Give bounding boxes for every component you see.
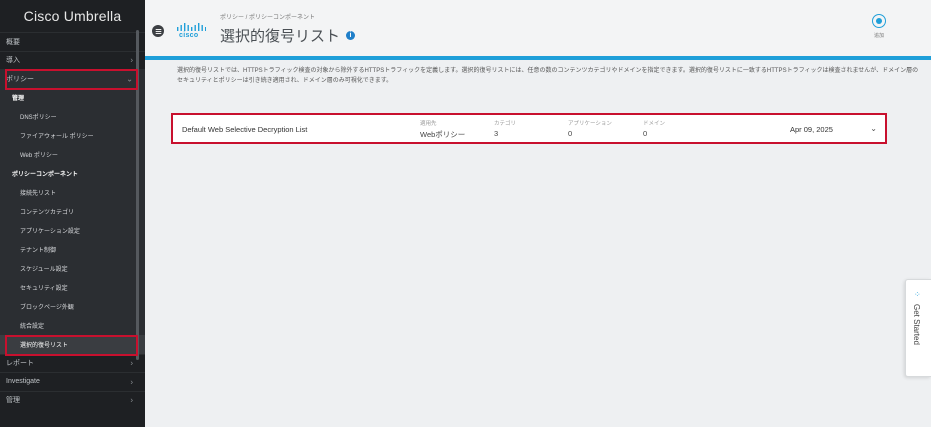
domain-value: 0 bbox=[643, 129, 648, 138]
brand-title: Cisco Umbrella bbox=[23, 8, 122, 24]
chevron-down-icon[interactable]: ⌄ bbox=[870, 124, 877, 133]
get-started-label: Get Started bbox=[912, 304, 921, 345]
sidebar-scrollbar[interactable] bbox=[136, 30, 139, 360]
sidebar-item-selective-decryption[interactable]: 選択的復号リスト bbox=[0, 334, 145, 354]
sidebar-item-label: Investigate bbox=[6, 378, 40, 386]
page-header: cisco ポリシー / ポリシーコンポーネント 選択的復号リスト i 追加 bbox=[145, 0, 931, 60]
get-started-tab[interactable]: ⁘ Get Started bbox=[905, 279, 931, 377]
menu-toggle-button[interactable] bbox=[152, 25, 164, 37]
submenu-header-management: 管理 bbox=[12, 95, 25, 102]
add-button-label: 追加 bbox=[873, 33, 884, 39]
page-description: 選択的復号リストでは、HTTPSトラフィック検査の対象から除外するHTTPSトラ… bbox=[177, 68, 919, 84]
applied-to-label: 適用先 bbox=[420, 121, 437, 127]
sidebar-item-block-page[interactable]: ブロックページ外観 bbox=[0, 297, 145, 316]
sidebar-item-application-settings[interactable]: アプリケーション設定 bbox=[0, 221, 145, 240]
sidebar-item-destination-lists[interactable]: 接続先リスト bbox=[0, 183, 145, 202]
sidebar-item-label: ポリシー bbox=[6, 75, 34, 83]
sidebar-item-label: 管理 bbox=[6, 397, 20, 405]
domain-column: ドメイン 0 bbox=[643, 119, 665, 138]
application-label: アプリケーション bbox=[568, 121, 612, 127]
sidebar-item-policies[interactable]: ポリシー ⌄ bbox=[0, 69, 145, 88]
sidebar-item-reports[interactable]: レポート › bbox=[0, 353, 145, 373]
add-button[interactable]: 追加 bbox=[866, 14, 892, 39]
sidebar: Cisco Umbrella 概要 導入 › ポリシー ⌄ 管理 DNSポリシー… bbox=[0, 0, 145, 427]
sidebar-item-integrations[interactable]: 統合設定 bbox=[0, 316, 145, 335]
sidebar-item-web-policy[interactable]: Web ポリシー bbox=[0, 145, 145, 164]
list-item-name[interactable]: Default Web Selective Decryption List bbox=[182, 125, 307, 134]
application-column: アプリケーション 0 bbox=[568, 119, 612, 138]
sidebar-item-investigate[interactable]: Investigate › bbox=[0, 372, 145, 391]
category-value: 3 bbox=[494, 129, 499, 138]
application-value: 0 bbox=[568, 129, 573, 138]
page-title-row: 選択的復号リスト i bbox=[220, 25, 356, 46]
chevron-down-icon: ⌄ bbox=[126, 74, 133, 84]
sidebar-item-label: 概要 bbox=[6, 38, 20, 46]
list-item[interactable]: Default Web Selective Decryption List 適用… bbox=[171, 113, 887, 144]
chevron-right-icon: › bbox=[130, 55, 133, 65]
domain-label: ドメイン bbox=[643, 121, 666, 127]
sidebar-item-deployments[interactable]: 導入 › bbox=[0, 50, 145, 70]
chevron-right-icon: › bbox=[130, 377, 133, 387]
sidebar-item-scheduling[interactable]: スケジュール設定 bbox=[0, 259, 145, 278]
add-icon bbox=[872, 14, 886, 28]
list-item-date: Apr 09, 2025 bbox=[790, 125, 833, 134]
sidebar-item-dns-policy[interactable]: DNSポリシー bbox=[0, 107, 145, 126]
applied-to-value: Webポリシー bbox=[420, 130, 466, 139]
sidebar-item-security-settings[interactable]: セキュリティ設定 bbox=[0, 278, 145, 297]
sidebar-item-firewall-policy[interactable]: ファイアウォール ポリシー bbox=[0, 126, 145, 145]
hamburger-icon bbox=[155, 28, 161, 34]
sidebar-item-label: 導入 bbox=[6, 57, 20, 65]
sidebar-item-label: レポート bbox=[6, 360, 34, 368]
chevron-right-icon: › bbox=[130, 358, 133, 368]
breadcrumb: ポリシー / ポリシーコンポーネント bbox=[220, 15, 316, 21]
submenu-header-components: ポリシーコンポーネント bbox=[12, 171, 79, 178]
page-title: 選択的復号リスト bbox=[220, 28, 341, 45]
sidebar-item-admin[interactable]: 管理 › bbox=[0, 390, 145, 410]
category-label: カテゴリ bbox=[494, 121, 517, 127]
logo-text: cisco bbox=[179, 32, 199, 39]
category-column: カテゴリ 3 bbox=[494, 119, 516, 138]
sidebar-item-content-categories[interactable]: コンテンツカテゴリ bbox=[0, 202, 145, 221]
get-started-icon: ⁘ bbox=[914, 290, 921, 299]
applied-to-column: 適用先 Webポリシー bbox=[420, 119, 465, 140]
chevron-right-icon: › bbox=[130, 395, 133, 405]
cisco-logo: cisco bbox=[176, 22, 206, 42]
sidebar-item-tenant-controls[interactable]: テナント制御 bbox=[0, 240, 145, 259]
policy-submenu: 管理 DNSポリシー ファイアウォール ポリシー Web ポリシー ポリシーコン… bbox=[0, 87, 145, 354]
info-icon[interactable]: i bbox=[346, 31, 356, 40]
sidebar-item-overview[interactable]: 概要 bbox=[0, 32, 145, 51]
